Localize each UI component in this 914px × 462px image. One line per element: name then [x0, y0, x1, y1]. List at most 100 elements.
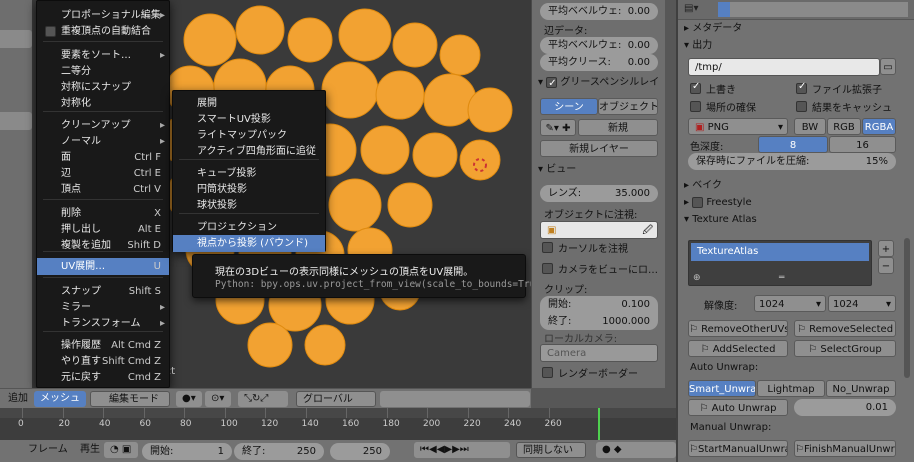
remove-atlas-button[interactable]: − — [878, 257, 894, 274]
submenu-item[interactable]: 視点から投影 (バウンド) — [173, 235, 325, 252]
file-extension-checkbox[interactable] — [796, 81, 807, 94]
menu-item[interactable]: 対称化 — [37, 95, 169, 112]
menu-item[interactable]: スナップ Shift S — [37, 283, 169, 300]
margin-field[interactable]: 0.01 — [794, 399, 896, 416]
menu-item[interactable]: 押し出し Alt E — [37, 221, 169, 238]
mode-selector[interactable]: 編集モード — [90, 391, 170, 407]
orientation-selector[interactable]: グローバル — [296, 391, 376, 407]
res-y-selector[interactable]: 1024 ▾ — [828, 295, 896, 312]
atlas-list[interactable]: TextureAtlas ⊕ ═ — [688, 240, 872, 286]
context-tab-icons[interactable] — [718, 2, 908, 17]
res-x-selector[interactable]: 1024 ▾ — [754, 295, 826, 312]
editor-type-icon[interactable]: ▤▾ — [684, 3, 698, 14]
compression-field[interactable]: 保存時にファイルを圧縮: 15% — [688, 153, 896, 170]
menu-item[interactable]: ミラー ▸ — [37, 299, 169, 316]
menu-item[interactable]: 辺 Ctrl E — [37, 165, 169, 182]
menu-item[interactable]: 面 Ctrl F — [37, 149, 169, 166]
no-unwrap-button[interactable]: No_Unwrap — [826, 380, 896, 397]
manipulator-buttons[interactable]: ⤡↻⤢ — [238, 391, 288, 407]
menu-item[interactable]: 複製を追加 Shift D — [37, 237, 169, 254]
render-border-checkbox[interactable] — [542, 367, 553, 378]
add-atlas-button[interactable]: + — [878, 240, 894, 257]
current-frame-marker[interactable] — [598, 408, 600, 440]
end-frame-field[interactable]: 終了: 250 — [234, 443, 324, 460]
edge-bevel-field[interactable]: 平均ベベルウェ: 0.00 — [540, 37, 658, 54]
lock-camera-checkbox[interactable] — [542, 263, 553, 274]
submenu-item[interactable]: 円筒状投影 — [173, 181, 325, 198]
submenu-item[interactable]: プロジェクション — [173, 219, 325, 236]
freestyle-panel-header[interactable]: ▸ Freestyle — [684, 194, 752, 212]
clip-start-field[interactable]: 開始: 0.100 — [540, 296, 658, 313]
submenu-item[interactable]: 球状投影 — [173, 197, 325, 214]
placeholders-checkbox[interactable] — [690, 101, 701, 112]
folder-icon[interactable]: ▭ — [880, 58, 896, 75]
current-frame-field[interactable]: 250 — [330, 443, 390, 460]
playback-controls[interactable]: ⏮◀◀▶▶⏭ — [414, 442, 510, 458]
depth-8-button[interactable]: 8 — [758, 136, 828, 153]
smart-unwrap-button[interactable]: Smart_Unwrap — [688, 380, 756, 397]
cache-result-checkbox[interactable] — [796, 101, 807, 112]
scene-tab[interactable]: シーン — [540, 98, 598, 115]
clip-end-field[interactable]: 終了: 1000.000 — [540, 313, 658, 330]
checkbox-icon[interactable] — [45, 26, 56, 37]
output-path-field[interactable]: /tmp/ — [688, 58, 880, 76]
mean-bevel-weight-field[interactable]: 平均ベベルウェ: 0.00 — [540, 3, 658, 20]
select-group-button[interactable]: ⚐ SelectGroup — [794, 340, 896, 357]
lock-cursor-checkbox[interactable] — [542, 242, 553, 253]
tool-shelf-button[interactable] — [0, 30, 32, 48]
pencil-selector[interactable]: ✎▾ ✚ — [540, 119, 576, 136]
menu-item[interactable]: 削除 X — [37, 205, 169, 222]
submenu-item[interactable]: アクティブ四角形面に追従 — [173, 143, 325, 160]
submenu-item[interactable]: スマートUV投影 — [173, 111, 325, 128]
freestyle-checkbox[interactable] — [692, 196, 704, 208]
submenu-item[interactable]: 展開 — [173, 95, 325, 112]
rgb-button[interactable]: RGB — [827, 118, 861, 135]
bake-panel-header[interactable]: ▸ ベイク — [684, 177, 722, 195]
menu-item[interactable]: 重複頂点の自動結合 — [37, 23, 169, 40]
new-gp-button[interactable]: 新規 — [578, 119, 658, 136]
metadata-panel-header[interactable]: ▸ メタデータ — [684, 20, 742, 38]
start-frame-field[interactable]: 開始: 1 — [142, 443, 232, 460]
menu-item[interactable]: 対称にスナップ — [37, 79, 169, 96]
tool-shelf-button[interactable] — [0, 112, 32, 130]
properties-scrollbar[interactable] — [904, 238, 910, 378]
menu-item[interactable]: プロポーショナル編集 ▸ — [37, 7, 169, 24]
layer-buttons[interactable] — [380, 391, 530, 407]
view-panel-header[interactable]: ▾ ビュー — [538, 161, 576, 179]
playback-menu[interactable]: 再生 — [74, 442, 106, 458]
grease-pencil-checkbox[interactable] — [546, 75, 558, 93]
menu-item[interactable]: 二等分 — [37, 63, 169, 80]
grease-pencil-panel-header[interactable]: ▾ グリースペンシルレイ — [538, 74, 659, 93]
rgba-button[interactable]: RGBA — [862, 118, 896, 135]
texture-atlas-panel-header[interactable]: ▾ Texture Atlas — [684, 211, 757, 229]
view-menu[interactable]: フレーム — [22, 442, 74, 458]
menu-item[interactable]: 元に戻す Cmd Z — [37, 369, 169, 386]
submenu-item[interactable]: キューブ投影 — [173, 165, 325, 182]
add-selected-button[interactable]: ⚐ AddSelected — [688, 340, 788, 357]
camera-field[interactable]: Camera — [540, 344, 658, 362]
lens-field[interactable]: レンズ: 35.000 — [540, 185, 658, 202]
menu-item[interactable]: 頂点 Ctrl V — [37, 181, 169, 198]
bw-button[interactable]: BW — [794, 118, 826, 135]
sync-selector[interactable]: 同期しない — [516, 442, 586, 458]
depth-16-button[interactable]: 16 — [829, 136, 896, 153]
pivot-selector[interactable]: ⊙▾ — [205, 391, 231, 407]
file-format-selector[interactable]: ▣ PNG ▾ — [688, 118, 788, 135]
menu-item[interactable]: UV展開… U — [37, 258, 169, 275]
keying-buttons[interactable]: ◔ ▣ — [104, 442, 138, 458]
keyframe-buttons[interactable]: ● ◆ — [596, 442, 676, 458]
edge-crease-field[interactable]: 平均クリース: 0.00 — [540, 54, 658, 71]
menu-item[interactable]: 操作履歴 Alt Cmd Z — [37, 337, 169, 354]
start-manual-unwrap-button[interactable]: ⚐StartManualUnwrap — [688, 440, 788, 457]
shading-selector[interactable]: ●▾ — [176, 391, 202, 407]
lightmap-button[interactable]: Lightmap — [757, 380, 825, 397]
atlas-list-item[interactable]: TextureAtlas — [691, 243, 869, 261]
remove-other-uvs-button[interactable]: ⚐ RemoveOtherUVs — [688, 320, 788, 337]
menu-item[interactable]: やり直す Shift Cmd Z — [37, 353, 169, 370]
output-panel-header[interactable]: ▾ 出力 — [684, 37, 712, 55]
lock-object-field[interactable]: ▣ 🖉 — [540, 221, 658, 239]
object-tab[interactable]: オブジェクト — [598, 98, 658, 115]
list-filter-icon[interactable]: ⊕ — [693, 273, 701, 283]
overwrite-checkbox[interactable] — [690, 81, 701, 94]
auto-unwrap-button[interactable]: ⚐ Auto Unwrap — [688, 399, 788, 416]
